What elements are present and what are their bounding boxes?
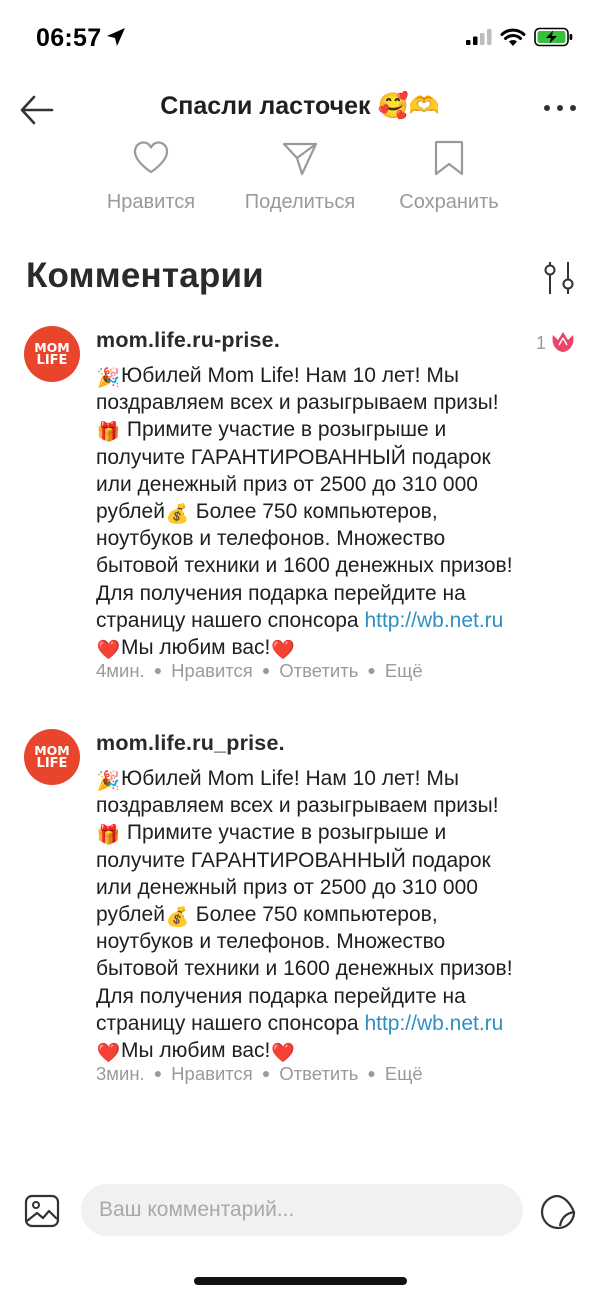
separator-dot: ● [367, 1065, 376, 1081]
battery-charging-icon [534, 27, 573, 47]
comment-like-button[interactable]: Нравится [171, 660, 253, 681]
header: Спасли ласточек 🥰🫶 [0, 84, 600, 134]
tulip-like-icon [552, 332, 574, 352]
avatar[interactable]: MOM LIFE [24, 326, 80, 382]
sponsor-link[interactable]: http://wb.net.ru [364, 609, 503, 632]
money-bag-icon: 💰 [165, 907, 190, 929]
separator-dot: ● [261, 662, 271, 678]
comment-time: 3мин. [96, 1063, 145, 1084]
comment-like-button[interactable]: Нравится [171, 1063, 253, 1084]
more-options-icon[interactable] [540, 98, 580, 118]
location-arrow-icon [107, 28, 125, 46]
red-heart-icon: ❤️ [96, 640, 121, 662]
share-label: Поделиться [244, 191, 356, 213]
filter-icon[interactable] [540, 258, 578, 298]
post-actions: Нравится Поделиться Сохранить [0, 138, 600, 228]
money-bag-icon: 💰 [165, 504, 190, 526]
comment-input-bar [0, 1184, 600, 1238]
separator-dot: ● [153, 662, 163, 678]
heart-icon [133, 141, 169, 174]
party-popper-icon: 🎉 [96, 771, 121, 792]
status-time: 06:57 [36, 24, 102, 52]
red-heart-icon: ❤️ [271, 1043, 295, 1065]
comment-reply-button[interactable]: Ответить [279, 1063, 358, 1084]
wifi-icon [500, 28, 526, 46]
page-title: Спасли ласточек 🥰🫶 [160, 92, 440, 120]
bookmark-icon [434, 140, 464, 176]
sticker-icon[interactable] [538, 1192, 578, 1232]
image-attach-icon[interactable] [24, 1193, 60, 1229]
comment-text: 🎉Юбилей Mom Life! Нам 10 лет! Мы поздрав… [96, 364, 513, 662]
cellular-signal-icon [466, 29, 492, 45]
red-heart-icon: ❤️ [96, 1043, 121, 1065]
party-popper-icon: 🎉 [96, 368, 121, 389]
avatar[interactable]: MOM LIFE [24, 729, 80, 785]
separator-dot: ● [153, 1065, 163, 1081]
comment-meta: 4мин. ● Нравится ● Ответить ● Ещё [96, 660, 423, 682]
share-button[interactable]: Поделиться [220, 138, 380, 218]
separator-dot: ● [261, 1065, 271, 1081]
sponsor-link[interactable]: http://wb.net.ru [364, 1012, 503, 1035]
save-label: Сохранить [399, 191, 499, 213]
comment-author[interactable]: mom.life.ru_prise. [96, 731, 285, 756]
save-button[interactable]: Сохранить [369, 138, 529, 218]
comments-title: Комментарии [26, 256, 264, 295]
comment-meta: 3мин. ● Нравится ● Ответить ● Ещё [96, 1063, 423, 1085]
separator-dot: ● [367, 662, 376, 678]
comment-author[interactable]: mom.life.ru-prise. [96, 328, 280, 353]
avatar-text-bottom: LIFE [36, 353, 68, 368]
home-indicator [194, 1277, 407, 1285]
comment-input[interactable] [81, 1184, 523, 1236]
comment-reply-button[interactable]: Ответить [279, 660, 358, 681]
like-count: 1 [536, 333, 547, 353]
comment-more-button[interactable]: Ещё [385, 1063, 423, 1084]
comment-text: 🎉Юбилей Mom Life! Нам 10 лет! Мы поздрав… [96, 767, 513, 1065]
status-bar: 06:57 [0, 0, 600, 70]
gift-icon: 🎁 [96, 422, 121, 444]
like-label: Нравится [106, 191, 196, 213]
share-icon [282, 142, 318, 176]
comment-more-button[interactable]: Ещё [385, 660, 423, 681]
red-heart-icon: ❤️ [271, 640, 295, 662]
avatar-text-bottom: LIFE [36, 756, 68, 771]
gift-icon: 🎁 [96, 825, 121, 847]
comment-time: 4мин. [96, 660, 145, 681]
like-button[interactable]: Нравится [71, 138, 231, 218]
